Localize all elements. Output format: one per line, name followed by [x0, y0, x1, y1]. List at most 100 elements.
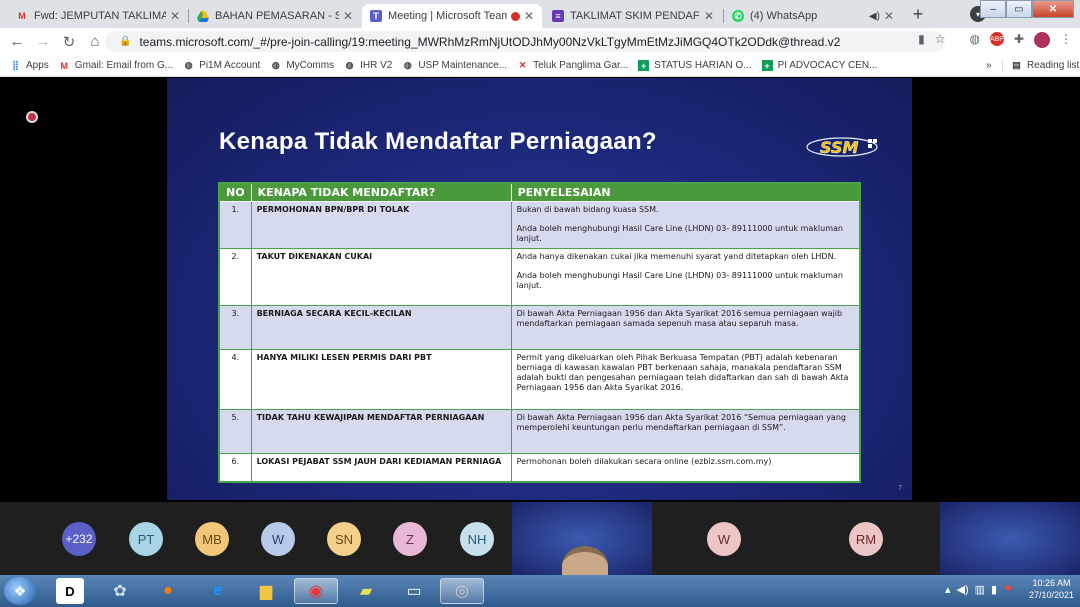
header-no: NO — [218, 182, 252, 202]
avatar[interactable]: RM — [849, 522, 883, 556]
tab-drive[interactable]: BAHAN PEMASARAN - SPPP - ✕ — [189, 4, 361, 28]
bookmark-teluk[interactable]: ✕ Teluk Panglima Gar... — [517, 60, 628, 71]
minimize-button[interactable]: – — [980, 0, 1006, 18]
app-icon[interactable]: ✿ — [98, 578, 142, 604]
camera-icon[interactable]: ◎ — [440, 578, 484, 604]
close-icon[interactable]: ✕ — [343, 9, 353, 23]
tab-forms[interactable]: ≡ TAKLIMAT SKIM PENDAFTARA ✕ — [544, 4, 722, 28]
row-solution: Permit yang dikeluarkan oleh Pihak Berku… — [510, 349, 861, 410]
address-bar[interactable]: 🔒 teams.microsoft.com/_#/pre-join-callin… — [105, 31, 945, 52]
adblock-icon[interactable]: ABP — [989, 32, 1004, 46]
apps-icon: ⣿ — [12, 60, 19, 70]
clock[interactable]: 10:26 AM 27/10/2021 — [1029, 578, 1074, 601]
date-text: 27/10/2021 — [1028, 589, 1074, 600]
start-button[interactable]: ❖ — [4, 577, 36, 605]
avatar[interactable]: MB — [195, 522, 229, 556]
avatar[interactable]: PT — [129, 522, 163, 556]
bookmark-mycomms[interactable]: ◍ MyComms — [270, 60, 334, 71]
gmail-icon: M — [60, 60, 69, 71]
avatar[interactable]: W — [707, 522, 741, 556]
globe-icon: ◍ — [184, 60, 193, 70]
speaker-icon[interactable]: ◀) — [956, 583, 968, 596]
reload-icon[interactable]: ↻ — [56, 33, 82, 51]
reading-list-icon: ▤ — [1012, 60, 1021, 70]
firefox-icon[interactable]: ● — [146, 578, 190, 604]
bookmark-pi1m[interactable]: ◍ Pi1M Account — [183, 60, 261, 71]
participant-video-tile[interactable] — [940, 502, 1080, 575]
new-tab-button[interactable]: + — [908, 4, 928, 25]
tab-whatsapp[interactable]: ✆ (4) WhatsApp ◀) ✕ — [724, 4, 902, 28]
sheets-icon: + — [761, 60, 773, 71]
participant-gallery: +232 PT MB W SN Z NH W RM — [0, 502, 1080, 575]
meeting-stage: Kenapa Tidak Mendaftar Perniagaan? SSM N… — [0, 78, 1080, 502]
close-icon[interactable]: ✕ — [170, 9, 180, 23]
avatar[interactable]: Z — [393, 522, 427, 556]
row-reason: TAKUT DIKENAKAN CUKAI — [250, 248, 512, 306]
windows-taskbar: ❖ D ✿ ● e ▆ ◉ ▰ ▭ ◎ ▴ ◀) ▥ ▮ ⚑ 10:26 AM … — [0, 575, 1080, 607]
close-icon[interactable]: ✕ — [884, 9, 894, 23]
row-reason: BERNIAGA SECARA KECIL-KECILAN — [250, 305, 512, 350]
row-reason: LOKASI PEJABAT SSM JAUH DARI KEDIAMAN PE… — [250, 453, 512, 482]
close-window-button[interactable]: ✕ — [1032, 0, 1074, 18]
bookmark-apps[interactable]: ⣿ Apps — [10, 60, 49, 71]
close-icon[interactable]: ✕ — [524, 9, 534, 23]
chevron-up-icon[interactable]: ▴ — [945, 583, 951, 596]
header-solution: PENYELESAIAN — [510, 182, 861, 202]
bookmark-pi-advocacy[interactable]: + PI ADVOCACY CEN... — [761, 60, 877, 71]
globe-icon: ◍ — [403, 60, 412, 70]
url-text: teams.microsoft.com/_#/pre-join-calling/… — [139, 34, 841, 49]
star-icon[interactable]: ☆ — [935, 32, 946, 48]
window-controls: – ▭ ✕ — [980, 0, 1074, 18]
row-solution: Permohonan boleh dilakukan secara online… — [510, 453, 861, 482]
avatar[interactable] — [1034, 32, 1050, 48]
svg-text:SSM: SSM — [820, 138, 858, 157]
lock-icon: 🔒 — [119, 36, 132, 47]
row-solution: Anda hanya dikenakan cukai jika memenuhi… — [510, 248, 861, 306]
puzzle-icon[interactable]: ✚ — [1014, 32, 1024, 48]
globe-icon[interactable]: ◍ — [969, 32, 979, 48]
teams-icon: T — [370, 10, 382, 22]
browser-tab-strip: M Fwd: JEMPUTAN TAKLIMAT SKI ✕ BAHAN PEM… — [0, 0, 1080, 28]
shared-screen-thumbnail — [940, 502, 1080, 575]
navigation-bar: ← → ↻ ⌂ 🔒 teams.microsoft.com/_#/pre-joi… — [0, 28, 1080, 55]
speaker-icon[interactable]: ◀) — [869, 11, 880, 22]
globe-icon: ◍ — [271, 60, 280, 70]
app-icon[interactable]: ▭ — [392, 578, 436, 604]
row-solution: Bukan di bawah bidang kuasa SSM. Anda bol… — [510, 201, 861, 249]
avatar[interactable]: W — [261, 522, 295, 556]
ie-icon[interactable]: e — [196, 578, 240, 604]
bookmark-ihr[interactable]: ◍ IHR V2 — [344, 60, 393, 71]
bookmark-status-harian[interactable]: + STATUS HARIAN O... — [638, 60, 752, 71]
extension-icons: ▮ ☆ ◍ ABP ✚ ⋮ — [918, 32, 1072, 48]
row-reason: TIDAK TAHU KEWAJIPAN MENDAFTAR PERNIAGAA… — [250, 409, 512, 454]
bookmark-gmail[interactable]: M Gmail: Email from G... — [59, 60, 174, 71]
camera-icon[interactable]: ▮ — [918, 32, 925, 48]
close-icon[interactable]: ✕ — [704, 9, 714, 23]
avatar[interactable]: NH — [460, 522, 494, 556]
gmail-icon: M — [18, 11, 26, 21]
shared-slide: Kenapa Tidak Mendaftar Perniagaan? SSM N… — [167, 78, 912, 500]
avatar[interactable]: SN — [327, 522, 361, 556]
flag-icon[interactable]: ⚑ — [1003, 583, 1013, 596]
power-icon[interactable]: ▮ — [991, 583, 997, 596]
overflow-participants-button[interactable]: +232 — [62, 522, 96, 556]
table-row: 5. TIDAK TAHU KEWAJIPAN MENDAFTAR PERNIA… — [218, 409, 861, 454]
menu-icon[interactable]: ⋮ — [1060, 32, 1072, 48]
chrome-icon[interactable]: ◉ — [294, 578, 338, 604]
tab-teams[interactable]: T Meeting | Microsoft Teams ✕ — [362, 4, 542, 28]
reading-list[interactable]: ▤ Reading list — [1002, 60, 1079, 71]
more-bookmarks[interactable]: » — [986, 60, 992, 71]
app-icon[interactable]: ▰ — [344, 578, 388, 604]
tab-gmail[interactable]: M Fwd: JEMPUTAN TAKLIMAT SKI ✕ — [8, 4, 188, 28]
recording-icon — [510, 11, 520, 21]
row-number: 2. — [218, 248, 252, 306]
maximize-button[interactable]: ▭ — [1006, 0, 1032, 18]
bookmark-usp[interactable]: ◍ USP Maintenance... — [402, 60, 507, 71]
app-icon[interactable]: D — [56, 578, 84, 604]
forward-icon[interactable]: → — [30, 33, 56, 50]
participant-video-tile[interactable] — [512, 502, 652, 575]
back-icon[interactable]: ← — [4, 33, 30, 50]
folder-icon[interactable]: ▆ — [244, 578, 288, 604]
row-number: 3. — [218, 305, 252, 350]
network-icon[interactable]: ▥ — [975, 583, 985, 596]
